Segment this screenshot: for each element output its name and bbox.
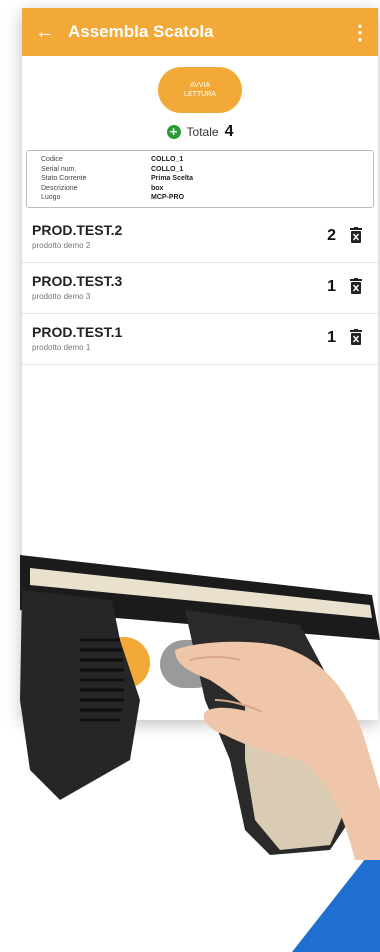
product-description: prodotto demo 2 — [32, 241, 91, 250]
info-value: box — [151, 184, 164, 192]
trash-icon[interactable] — [350, 329, 362, 345]
start-reading-button[interactable]: AVVIA LETTURA — [158, 67, 242, 113]
info-key: Stato Corrente — [41, 175, 87, 182]
total-row: + Totale 4 — [22, 116, 378, 148]
trash-icon[interactable] — [350, 227, 362, 243]
bottom-secondary-button[interactable] — [160, 640, 220, 688]
box-info-panel: Codice COLLO_1 Serial num. COLLO_1 Stato C… — [26, 150, 374, 208]
info-row-code: Codice COLLO_1 — [27, 155, 373, 165]
info-value: COLLO_1 — [151, 156, 184, 163]
list-item[interactable]: PROD.TEST.3 prodotto demo 3 1 — [22, 263, 378, 314]
bottom-action-button[interactable] — [98, 637, 150, 689]
info-key: Serial num. — [41, 165, 77, 173]
product-quantity: 2 — [327, 227, 336, 244]
trash-icon[interactable] — [350, 278, 362, 294]
add-plus-icon[interactable]: + — [166, 125, 181, 139]
page-title: Assembla Scatola — [68, 22, 214, 41]
product-quantity: 1 — [327, 329, 336, 346]
scan-area: AVVIA LETTURA — [22, 56, 378, 116]
list-item[interactable]: PROD.TEST.1 prodotto demo 1 1 — [22, 314, 378, 365]
info-value: Prima Scelta — [151, 175, 194, 182]
info-row-description: Descrizione box — [27, 184, 373, 194]
info-key: Luogo — [41, 194, 61, 201]
blue-corner-shape — [292, 840, 380, 952]
more-vert-icon[interactable]: ⋮ — [342, 20, 378, 45]
phone-screen: ← Assembla Scatola ⋮ AVVIA LETTURA + Tot… — [22, 8, 378, 720]
start-reading-label-2: LETTURA — [184, 91, 216, 98]
product-code: PROD.TEST.3 — [32, 273, 123, 289]
scanner-handle-beige — [245, 700, 345, 850]
info-value: COLLO_1 — [151, 165, 184, 173]
product-quantity: 1 — [327, 278, 336, 295]
info-key: Descrizione — [41, 184, 78, 192]
info-row-location: Luogo MCP-PRO — [27, 193, 373, 203]
back-arrow-icon[interactable]: ← — [22, 21, 68, 44]
product-code: PROD.TEST.2 — [32, 222, 123, 238]
info-value: MCP-PRO — [151, 194, 185, 201]
product-code: PROD.TEST.1 — [32, 324, 123, 340]
app-bar: ← Assembla Scatola ⋮ — [22, 8, 378, 56]
info-key: Codice — [41, 156, 63, 163]
list-item[interactable]: PROD.TEST.2 prodotto demo 2 2 — [22, 212, 378, 263]
product-list: PROD.TEST.2 prodotto demo 2 2 PROD.TEST.… — [22, 212, 378, 365]
total-label: Totale — [186, 125, 219, 139]
start-reading-label-1: AVVIA — [189, 82, 211, 89]
product-description: prodotto demo 1 — [32, 343, 91, 352]
total-value: 4 — [224, 123, 234, 140]
product-description: prodotto demo 3 — [32, 292, 91, 301]
info-row-status: Stato Corrente Prima Scelta — [27, 174, 373, 184]
info-row-serial: Serial num. COLLO_1 — [27, 165, 373, 175]
